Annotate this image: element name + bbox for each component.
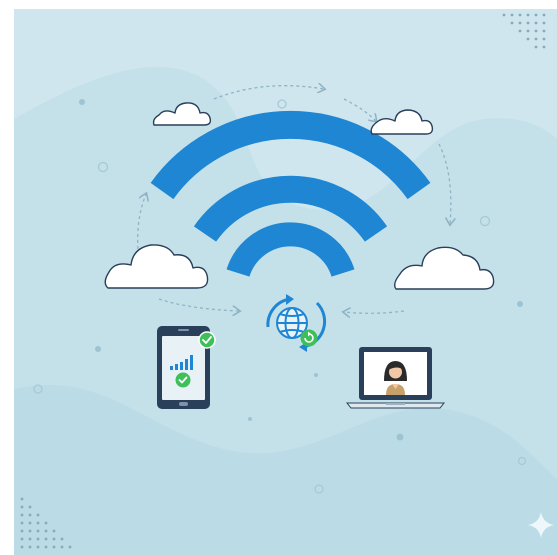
user-avatar-icon (384, 361, 407, 395)
smartphone-screen (162, 336, 205, 400)
smartphone-icon (157, 326, 216, 409)
laptop-icon (345, 347, 446, 409)
check-badge-icon (175, 372, 191, 388)
illustration-canvas (14, 9, 557, 555)
refresh-badge-icon (300, 329, 318, 347)
check-badge-icon (198, 331, 216, 349)
